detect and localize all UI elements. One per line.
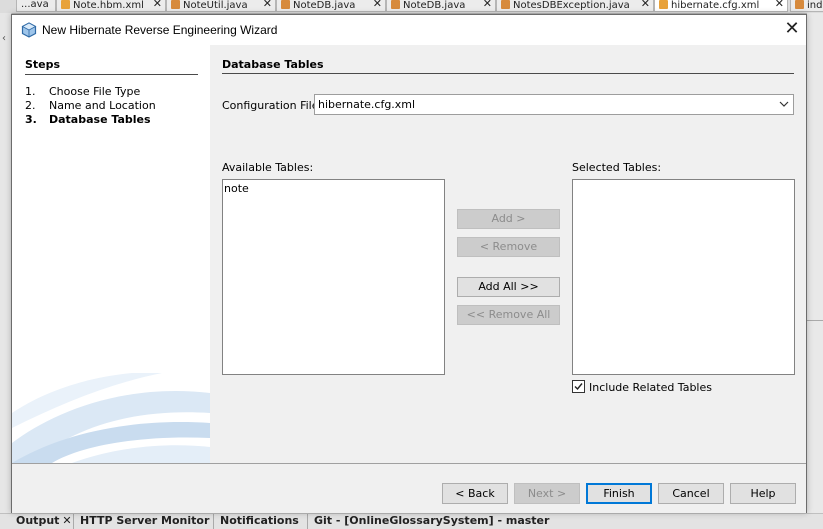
section-heading: Database Tables bbox=[222, 58, 794, 74]
step-label: Database Tables bbox=[49, 113, 151, 126]
add-all-button[interactable]: Add All >> bbox=[457, 277, 560, 297]
editor-tab[interactable]: ind bbox=[790, 0, 823, 12]
selected-tables-list[interactable] bbox=[572, 179, 795, 375]
xml-file-icon bbox=[61, 0, 70, 9]
editor-tab-active[interactable]: hibernate.cfg.xml ✕ bbox=[654, 0, 788, 12]
bottom-tab-label: Git - [OnlineGlossarySystem] - master bbox=[314, 514, 550, 527]
config-file-combobox[interactable]: hibernate.cfg.xml bbox=[314, 94, 794, 115]
include-related-tables-checkbox[interactable] bbox=[572, 380, 585, 393]
cancel-button[interactable]: Cancel bbox=[658, 483, 724, 504]
step-item-current: 3. Database Tables bbox=[25, 113, 151, 126]
editor-tab-label: Note.hbm.xml bbox=[73, 0, 144, 11]
xml-file-icon bbox=[659, 0, 668, 9]
close-icon[interactable]: ✕ bbox=[483, 0, 492, 9]
checkmark-icon bbox=[574, 383, 583, 391]
help-button[interactable]: Help bbox=[730, 483, 796, 504]
close-icon[interactable]: ✕ bbox=[62, 514, 71, 527]
step-number: 3. bbox=[25, 113, 37, 126]
bottom-tab-label: HTTP Server Monitor bbox=[80, 514, 210, 527]
database-tables-panel: Database Tables Configuration File: hibe… bbox=[210, 45, 806, 463]
decorative-swoosh-graphic bbox=[12, 373, 210, 463]
chevron-down-icon bbox=[779, 101, 789, 107]
bottom-tab-strip: Output ✕ HTTP Server Monitor Notification… bbox=[0, 513, 823, 529]
finish-button[interactable]: Finish bbox=[586, 483, 652, 504]
wizard-dialog: New Hibernate Reverse Engineering Wizard… bbox=[11, 14, 807, 513]
close-button[interactable]: ✕ bbox=[778, 15, 806, 45]
editor-tab[interactable]: NoteDB.java ✕ bbox=[386, 0, 496, 12]
close-icon: ✕ bbox=[784, 18, 800, 39]
include-related-tables-label: Include Related Tables bbox=[589, 381, 712, 394]
bottom-tab-label: Notifications bbox=[220, 514, 299, 527]
config-file-value: hibernate.cfg.xml bbox=[318, 98, 416, 111]
include-related-tables-row[interactable]: Include Related Tables bbox=[572, 380, 712, 394]
editor-tab[interactable]: NotesDBException.java ✕ bbox=[496, 0, 654, 12]
close-icon[interactable]: ✕ bbox=[775, 0, 784, 9]
netbeans-cube-icon bbox=[21, 22, 37, 38]
close-icon[interactable]: ✕ bbox=[373, 0, 382, 9]
config-file-label: Configuration File: bbox=[222, 99, 323, 112]
selected-tables-label: Selected Tables: bbox=[572, 161, 662, 174]
dialog-title: New Hibernate Reverse Engineering Wizard bbox=[42, 23, 278, 37]
step-item: 1. Choose File Type bbox=[25, 85, 140, 98]
close-icon[interactable]: ✕ bbox=[263, 0, 272, 9]
editor-tab[interactable]: NoteUtil.java ✕ bbox=[166, 0, 276, 12]
editor-tab[interactable]: ...ava bbox=[16, 0, 56, 12]
step-number: 2. bbox=[25, 99, 36, 112]
available-tables-label: Available Tables: bbox=[222, 161, 314, 174]
editor-tab-label: NoteDB.java bbox=[293, 0, 356, 11]
remove-button[interactable]: < Remove bbox=[457, 237, 560, 257]
remove-all-button[interactable]: << Remove All bbox=[457, 305, 560, 325]
editor-tab[interactable]: Note.hbm.xml ✕ bbox=[56, 0, 166, 12]
editor-tab-label: NotesDBException.java bbox=[513, 0, 630, 11]
close-icon[interactable]: ✕ bbox=[153, 0, 162, 9]
step-label: Name and Location bbox=[49, 99, 156, 112]
editor-tab-label: NoteDB.java bbox=[403, 0, 466, 11]
editor-tab[interactable]: NoteDB.java ✕ bbox=[276, 0, 386, 12]
steps-heading: Steps bbox=[25, 58, 198, 75]
java-file-icon bbox=[281, 0, 290, 9]
java-file-icon bbox=[501, 0, 510, 9]
add-button[interactable]: Add > bbox=[457, 209, 560, 229]
editor-tab-label: ...ava bbox=[21, 0, 49, 10]
editor-tab-strip: ...ava Note.hbm.xml ✕ NoteUtil.java ✕ No… bbox=[0, 0, 823, 14]
back-button[interactable]: < Back bbox=[442, 483, 508, 504]
editor-tab-label: ind bbox=[807, 0, 823, 11]
ide-right-gutter bbox=[807, 13, 823, 513]
step-item: 2. Name and Location bbox=[25, 99, 156, 112]
divider bbox=[807, 320, 823, 321]
steps-panel: Steps 1. Choose File Type 2. Name and Loca… bbox=[12, 45, 210, 463]
bottom-tab-git[interactable]: Git - [OnlineGlossarySystem] - master bbox=[307, 514, 550, 529]
next-button[interactable]: Next > bbox=[514, 483, 580, 504]
bottom-tab-http-monitor[interactable]: HTTP Server Monitor bbox=[73, 514, 213, 529]
dialog-titlebar[interactable]: New Hibernate Reverse Engineering Wizard… bbox=[12, 15, 806, 45]
step-number: 1. bbox=[25, 85, 36, 98]
step-label: Choose File Type bbox=[49, 85, 141, 98]
java-file-icon bbox=[171, 0, 180, 9]
dialog-button-bar: < Back Next > Finish Cancel Help bbox=[12, 463, 806, 513]
close-icon[interactable]: ✕ bbox=[641, 0, 650, 9]
available-tables-list[interactable]: note bbox=[222, 179, 445, 375]
bottom-tab-label: Output bbox=[16, 514, 60, 527]
java-file-icon bbox=[391, 0, 400, 9]
bottom-tab-output[interactable]: Output ✕ bbox=[10, 514, 74, 529]
editor-tab-label: hibernate.cfg.xml bbox=[671, 0, 760, 11]
chevron-left-icon: ‹ bbox=[2, 33, 6, 44]
editor-tab-label: NoteUtil.java bbox=[183, 0, 248, 11]
java-file-icon bbox=[795, 0, 804, 9]
bottom-tab-notifications[interactable]: Notifications bbox=[213, 514, 307, 529]
list-item[interactable]: note bbox=[223, 180, 444, 197]
